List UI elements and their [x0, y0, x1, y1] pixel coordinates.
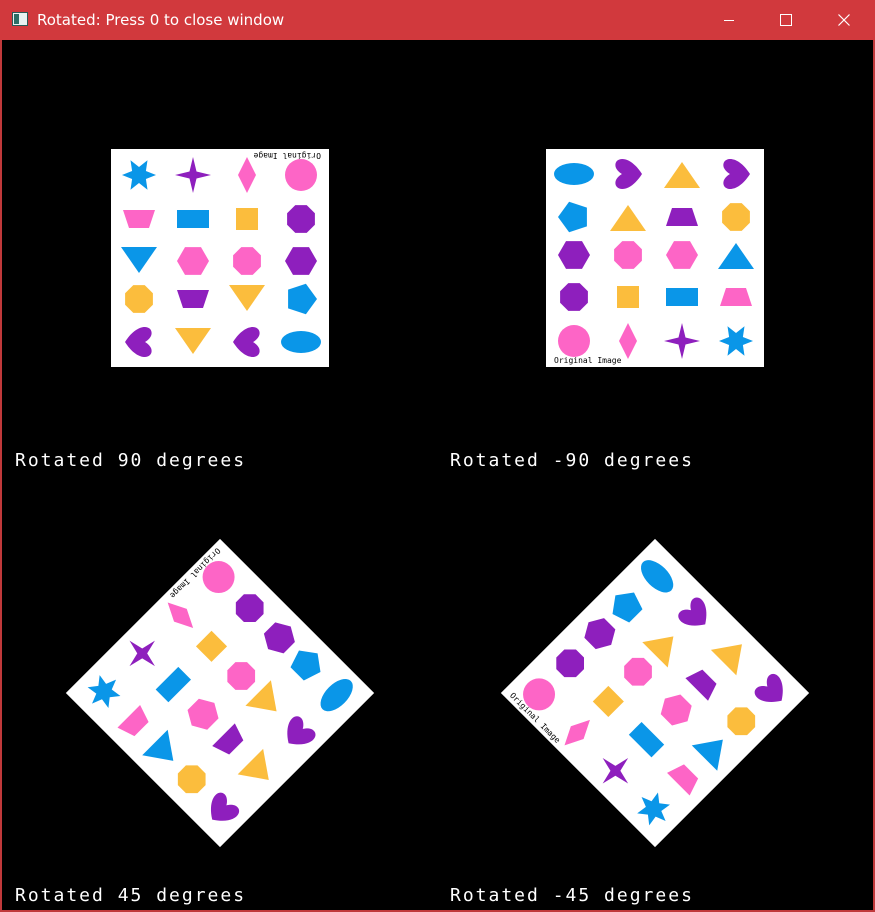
octagon-shape [560, 283, 588, 311]
app-window: Rotated: Press 0 to close window Origina… [0, 0, 875, 912]
square-shape [236, 208, 258, 230]
rect-shape [666, 288, 698, 306]
ellipse-shape [554, 163, 594, 185]
octagon-shape [287, 205, 315, 233]
minimize-button[interactable] [700, 0, 758, 40]
window-title: Rotated: Press 0 to close window [37, 11, 285, 29]
rotated-45-image: Original Image [65, 538, 375, 848]
panel-label: Rotated 90 degrees [15, 450, 247, 471]
ellipse-shape [281, 331, 321, 353]
panel-label: Rotated -45 degrees [450, 885, 694, 906]
octagon-shape [233, 247, 261, 275]
image-canvas: Original Image Rotated 90 degrees Origin… [2, 40, 873, 910]
panel-label: Rotated -90 degrees [450, 450, 694, 471]
rect-shape [177, 210, 209, 228]
rotated-90-image: Original Image [111, 149, 329, 367]
octagon-shape [722, 203, 750, 231]
circle-shape [285, 159, 317, 191]
app-window-icon [12, 12, 28, 26]
octagon-shape [614, 241, 642, 269]
image-caption: Original Image [253, 151, 321, 160]
maximize-icon [780, 14, 792, 26]
octagon-shape [125, 285, 153, 313]
square-shape [617, 286, 639, 308]
panel-label: Rotated 45 degrees [15, 885, 247, 906]
close-icon [838, 14, 850, 26]
close-button[interactable] [815, 0, 873, 40]
maximize-button[interactable] [757, 0, 815, 40]
rotated-minus-90-image: Original Image [546, 149, 764, 367]
circle-shape [558, 325, 590, 357]
title-bar[interactable]: Rotated: Press 0 to close window [0, 0, 875, 40]
minimize-icon [724, 20, 734, 21]
image-caption: Original Image [554, 356, 622, 365]
rotated-minus-45-image: Original Image [500, 538, 810, 848]
